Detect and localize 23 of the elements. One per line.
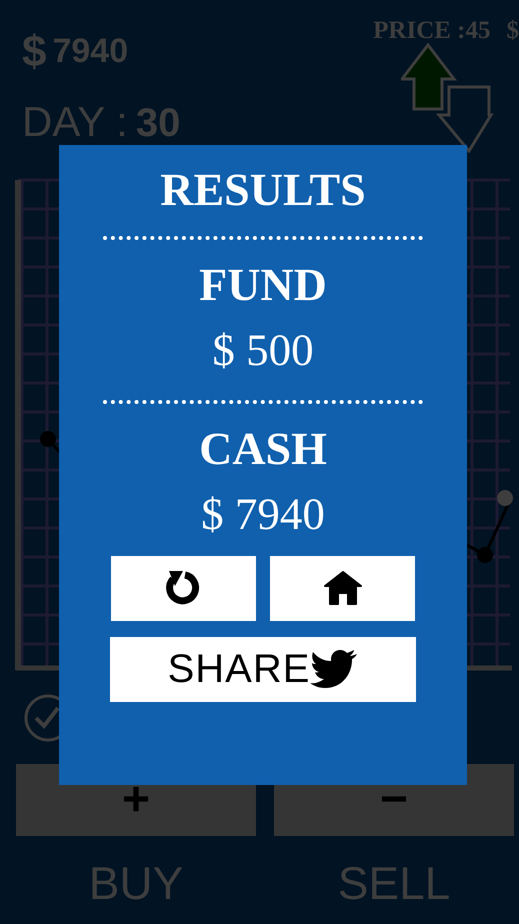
- day-label: DAY :: [22, 101, 128, 143]
- home-button[interactable]: [270, 556, 415, 621]
- result-value: $ 500: [212, 326, 314, 376]
- result-label: CASH: [199, 424, 327, 474]
- day-count: 30: [136, 100, 180, 147]
- price-point: [40, 431, 56, 447]
- down-arrow-icon: [436, 86, 494, 153]
- price-point: [477, 547, 493, 563]
- result-label: FUND: [199, 260, 327, 310]
- bird-icon: [310, 649, 358, 690]
- results-title: RESULTS: [159, 165, 367, 216]
- buy-label: BUY: [88, 860, 184, 906]
- price-label: PRICE :45: [373, 18, 490, 43]
- home-icon: [324, 571, 362, 606]
- sell-label: SELL: [336, 860, 452, 906]
- cash-amount: 7940: [52, 31, 128, 72]
- currency-symbol: $: [22, 30, 46, 74]
- share-button[interactable]: SHARE: [110, 636, 416, 702]
- restart-button[interactable]: [111, 556, 256, 621]
- price-point: [497, 490, 513, 506]
- price-currency: $: [506, 18, 519, 43]
- result-value: $ 7940: [201, 490, 325, 540]
- up-arrow-icon: [401, 43, 458, 110]
